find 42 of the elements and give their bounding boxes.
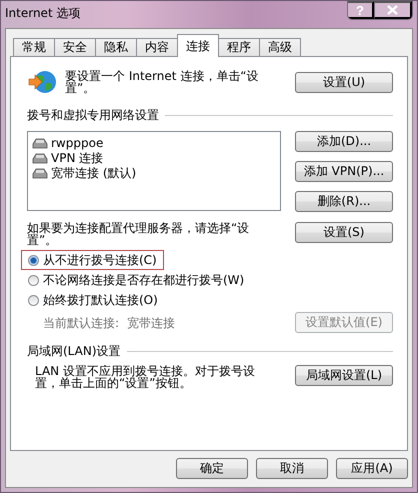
tab[interactable]: 内容: [136, 38, 178, 57]
radio-option[interactable]: 始终拨打默认连接(O): [21, 290, 165, 310]
current-default-label: 当前默认连接:: [43, 316, 120, 328]
phone-icon: [32, 152, 48, 164]
dialog-button[interactable]: 确定: [176, 458, 248, 479]
tab[interactable]: 常规: [13, 38, 55, 57]
connection-item[interactable]: VPN 连接: [51, 152, 104, 164]
section-heading: 拨号和虚拟专用网络设置: [27, 109, 159, 121]
connection-button[interactable]: 删除(R)...: [295, 191, 393, 212]
proxy-settings-button[interactable]: 设置(S): [295, 222, 393, 243]
close-icon: [387, 5, 398, 15]
proxy-text: 如果要为连接配置代理服务器，请选择“设置”。: [27, 222, 250, 246]
radio-button[interactable]: [28, 294, 39, 306]
radio-label: 始终拨打默认连接(O): [43, 294, 158, 306]
tab[interactable]: 高级: [259, 38, 301, 57]
setup-button[interactable]: 设置(U): [295, 72, 393, 92]
section-heading: 局域网(LAN)设置: [27, 345, 121, 357]
tab[interactable]: 安全: [54, 38, 96, 57]
radio-option[interactable]: 不论网络连接是否存在都进行拨号(W): [21, 270, 252, 290]
connection-button[interactable]: 添加(D)...: [295, 131, 393, 152]
phone-icon: [32, 166, 48, 178]
radio-label: 从不进行拨号连接(C): [43, 254, 157, 266]
connection-item[interactable]: rwpppoe: [51, 136, 104, 148]
connection-button[interactable]: 添加 VPN(P)...: [295, 161, 393, 182]
phone-icon: [32, 136, 48, 148]
tab[interactable]: 连接: [177, 34, 219, 57]
radio-label: 不论网络连接是否存在都进行拨号(W): [43, 274, 244, 286]
dialog-button[interactable]: 取消: [256, 458, 328, 479]
connection-item[interactable]: 宽带连接 (默认): [51, 166, 136, 178]
dialog-button[interactable]: 应用(A): [336, 458, 408, 479]
window-title: Internet 选项: [5, 5, 80, 22]
radio-button[interactable]: [28, 254, 39, 266]
current-default-value: 宽带连接: [127, 316, 176, 328]
lan-settings-button[interactable]: 局域网设置(L): [295, 365, 393, 386]
lan-text: LAN 设置不应用到拨号连接。对于拨号设置，单击上面的“设置”按钮。: [34, 365, 256, 389]
tab[interactable]: 程序: [218, 38, 260, 57]
connection-list[interactable]: rwpppoe VPN 连接 宽带连接 (默认): [27, 131, 281, 211]
close-button[interactable]: [374, 1, 412, 19]
tab[interactable]: 隐私: [95, 38, 137, 57]
radio-button[interactable]: [28, 274, 39, 286]
setup-text: 要设置一个 Internet 连接，单击“设置”。: [65, 70, 260, 94]
highlight-frame[interactable]: 从不进行拨号连接(C): [21, 250, 164, 270]
